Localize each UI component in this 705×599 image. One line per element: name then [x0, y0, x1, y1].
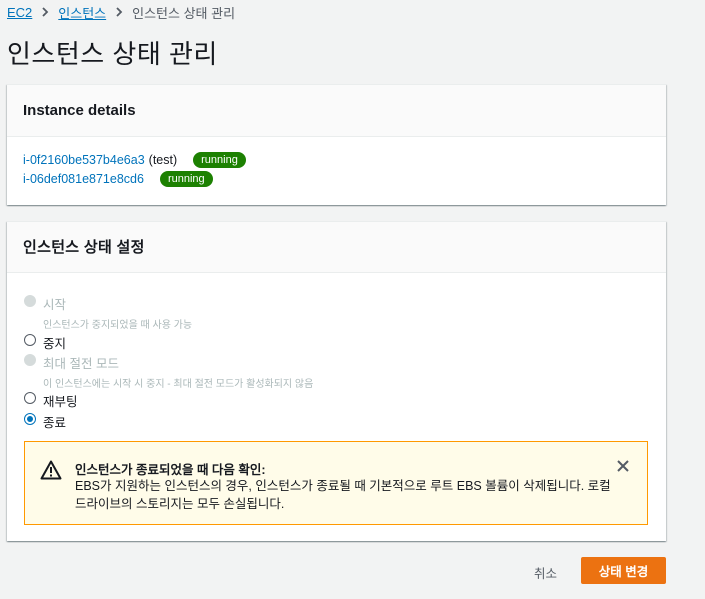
- status-badge: running: [193, 152, 246, 168]
- breadcrumb-current: 인스턴스 상태 관리: [132, 5, 236, 21]
- change-state-button[interactable]: 상태 변경: [581, 557, 666, 584]
- state-settings-title: 인스턴스 상태 설정: [7, 222, 666, 273]
- radio-start: 시작 인스턴스가 중지되었을 때 사용 가능: [24, 294, 192, 331]
- radio-label: 재부팅: [43, 395, 78, 409]
- instance-row: i-06def081e871e8cd6 running: [23, 171, 213, 187]
- page-title: 인스턴스 상태 관리: [7, 39, 218, 69]
- radio-label: 종료: [43, 416, 67, 430]
- alert-body: EBS가 지원하는 인스턴스의 경우, 인스턴스가 종료될 때 기본적으로 루트…: [75, 479, 611, 511]
- radio-label: 중지: [43, 337, 67, 351]
- radio-description: 인스턴스가 중지되었을 때 사용 가능: [43, 320, 193, 331]
- alert-title: 인스턴스가 종료되었을 때 다음 확인:: [75, 463, 266, 477]
- chevron-right-icon: [112, 5, 126, 19]
- instance-name: (test): [148, 153, 178, 167]
- cancel-button[interactable]: 취소: [534, 563, 557, 582]
- instance-details-title: Instance details: [7, 85, 666, 137]
- radio-terminate[interactable]: 종료: [24, 412, 66, 431]
- status-badge: running: [159, 171, 213, 187]
- radio-description: 이 인스턴스에는 시작 시 중지 - 최대 절전 모드가 활성화되지 않음: [43, 379, 314, 390]
- breadcrumb: EC2 인스턴스 인스턴스 상태 관리: [7, 3, 235, 21]
- breadcrumb-instances-link[interactable]: 인스턴스: [58, 3, 106, 22]
- warning-alert: 인스턴스가 종료되었을 때 다음 확인: EBS가 지원하는 인스턴스의 경우,…: [24, 441, 648, 525]
- instance-row: i-0f2160be537b4e6a3 (test) running: [23, 152, 246, 168]
- close-icon[interactable]: [616, 459, 630, 473]
- radio-label: 최대 절전 모드: [43, 357, 119, 371]
- radio-button: [24, 295, 36, 307]
- state-settings-panel: 인스턴스 상태 설정 시작 인스턴스가 중지되었을 때 사용 가능 중지 최대 …: [7, 221, 666, 541]
- radio-label: 시작: [43, 298, 67, 312]
- warning-icon: [40, 460, 62, 480]
- breadcrumb-ec2-link[interactable]: EC2: [7, 5, 32, 20]
- radio-button[interactable]: [24, 413, 36, 425]
- radio-stop[interactable]: 중지: [24, 333, 66, 352]
- instance-id-link[interactable]: i-0f2160be537b4e6a3: [23, 153, 145, 167]
- radio-reboot[interactable]: 재부팅: [24, 391, 78, 410]
- radio-button[interactable]: [24, 334, 36, 346]
- radio-button: [24, 354, 36, 366]
- chevron-right-icon: [38, 5, 52, 19]
- radio-hibernate: 최대 절전 모드 이 인스턴스에는 시작 시 중지 - 최대 절전 모드가 활성…: [24, 353, 313, 390]
- instance-id-link[interactable]: i-06def081e871e8cd6: [23, 172, 144, 186]
- radio-button[interactable]: [24, 392, 36, 404]
- instance-details-panel: Instance details i-0f2160be537b4e6a3 (te…: [7, 84, 666, 205]
